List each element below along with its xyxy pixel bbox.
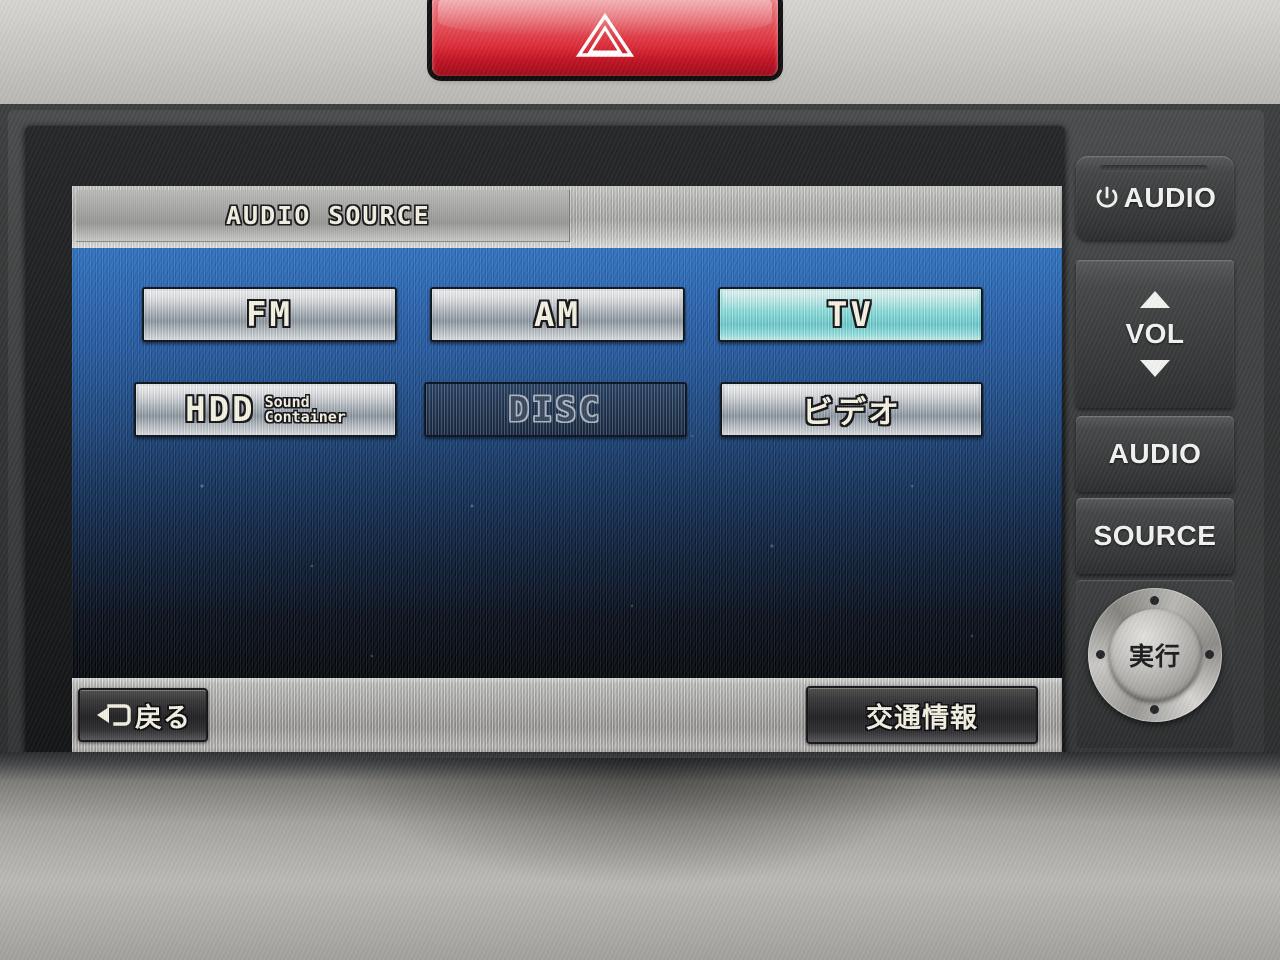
hazard-warning-button[interactable] <box>432 0 778 76</box>
source-disc-button[interactable]: DISC <box>424 382 687 437</box>
source-hdd-button[interactable]: HDD Sound Container <box>134 382 397 437</box>
screen-footer: 戻る 交通情報 <box>72 678 1062 758</box>
back-label: 戻る <box>135 702 191 734</box>
screen-header: AUDIO SOURCE <box>72 186 1062 248</box>
volume-label: VOL <box>1125 318 1185 349</box>
source-button-label: SOURCE <box>1093 520 1217 551</box>
audio-power-button[interactable]: AUDIO <box>1076 156 1234 240</box>
audio-power-text: AUDIO <box>1123 182 1217 213</box>
power-icon <box>1096 186 1118 208</box>
back-arrow-icon <box>97 704 131 726</box>
source-tv-button[interactable]: TV <box>718 287 983 342</box>
source-button[interactable]: SOURCE <box>1076 498 1234 574</box>
back-button[interactable]: 戻る <box>78 688 208 742</box>
page-title: AUDIO SOURCE <box>226 201 431 230</box>
head-unit: AUDIO SOURCE FM AM TV HDD Sound Containe… <box>0 104 1280 864</box>
hdd-label-group: HDD Sound Container <box>185 390 346 430</box>
source-tv-label: TV <box>827 294 874 335</box>
source-hdd-sublabel: Sound Container <box>264 392 346 426</box>
hazard-area <box>0 0 1280 104</box>
trim-shadow <box>330 758 950 888</box>
knob-dot <box>1096 650 1105 659</box>
source-am-label: AM <box>534 294 581 335</box>
lcd-screen: AUDIO SOURCE FM AM TV HDD Sound Containe… <box>72 186 1062 758</box>
warning-triangle-icon <box>575 12 635 57</box>
head-unit-face: AUDIO SOURCE FM AM TV HDD Sound Containe… <box>8 110 1264 858</box>
source-hdd-label: HDD <box>185 389 256 430</box>
traffic-info-button[interactable]: 交通情報 <box>806 686 1038 744</box>
volume-rocker[interactable]: VOL <box>1076 260 1234 408</box>
audio-source-grid: FM AM TV HDD Sound Container DISC ビデオ <box>72 248 1062 678</box>
triangle-up-icon[interactable] <box>1140 291 1170 308</box>
knob-dot <box>1205 650 1214 659</box>
audio-button[interactable]: AUDIO <box>1076 416 1234 492</box>
knob-dot <box>1150 596 1159 605</box>
source-fm-label: FM <box>246 294 293 335</box>
knob-dot <box>1150 705 1159 714</box>
screen-body: FM AM TV HDD Sound Container DISC ビデオ <box>72 248 1062 678</box>
dashboard-panel: AUDIO SOURCE FM AM TV HDD Sound Containe… <box>0 0 1280 960</box>
title-plate: AUDIO SOURCE <box>76 190 570 242</box>
enter-knob[interactable]: 実行 <box>1088 588 1222 722</box>
source-fm-button[interactable]: FM <box>142 287 397 342</box>
lower-console-trim <box>0 752 1280 960</box>
audio-button-label: AUDIO <box>1108 438 1202 469</box>
enter-knob-top[interactable]: 実行 <box>1109 609 1201 701</box>
audio-power-label: AUDIO <box>1094 182 1217 214</box>
traffic-info-label: 交通情報 <box>866 702 978 734</box>
screen-bezel: AUDIO SOURCE FM AM TV HDD Sound Containe… <box>24 124 1066 766</box>
source-disc-label: DISC <box>508 389 603 430</box>
source-video-button[interactable]: ビデオ <box>720 382 983 437</box>
source-am-button[interactable]: AM <box>430 287 685 342</box>
knob-housing: 実行 <box>1076 580 1234 748</box>
enter-knob-label: 実行 <box>1128 642 1181 671</box>
triangle-down-icon[interactable] <box>1140 360 1170 377</box>
source-video-label: ビデオ <box>802 395 901 431</box>
hardware-button-column: AUDIO VOL AUDIO SOURCE 実行 <box>1076 120 1234 860</box>
